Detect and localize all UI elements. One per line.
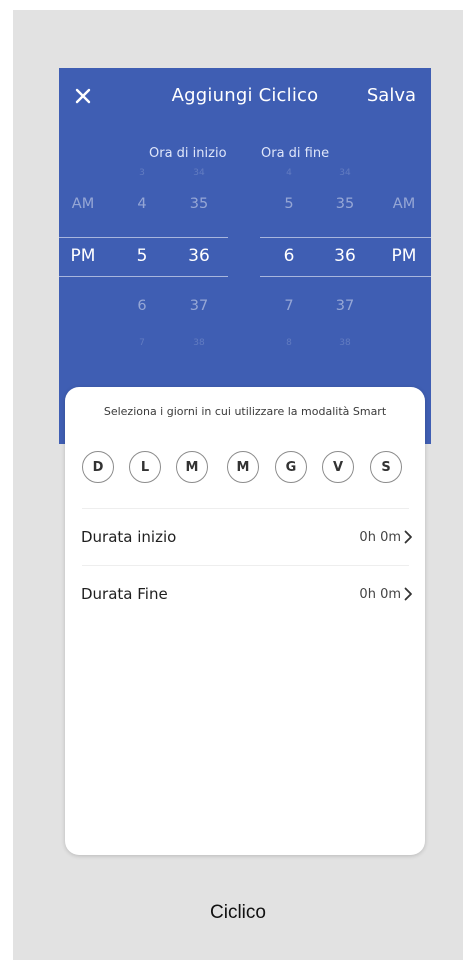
start-duration-row[interactable]: Durata inizio 0h 0m [65,509,425,565]
day-toggle-tuesday[interactable]: M [176,451,208,483]
end-selection-line-bottom [260,276,431,277]
day-toggle-saturday[interactable]: S [370,451,402,483]
start-selection-line-bottom [59,276,228,277]
end-duration-value: 0h 0m [359,587,401,602]
day-toggle-monday[interactable]: L [129,451,161,483]
chevron-right-icon [404,587,412,601]
screen-caption: Ciclico [210,902,266,923]
save-button[interactable]: Salva [367,85,416,106]
start-minute-option[interactable]: 35 [190,196,208,212]
end-minute-faint-top: 34 [339,168,351,178]
days-prompt: Seleziona i giorni in cui utilizzare la … [103,405,387,418]
app-header: Aggiungi Ciclico Salva [59,68,431,126]
end-hour-faint-bottom: 8 [286,338,292,348]
start-ampm-option[interactable]: AM [72,196,94,212]
end-selection-line-top [260,237,431,238]
start-ampm-selected[interactable]: PM [71,246,96,266]
days-bottom-sheet: Seleziona i giorni in cui utilizzare la … [65,387,425,855]
start-hour-option[interactable]: 4 [137,196,146,212]
day-toggle-thursday[interactable]: G [275,451,307,483]
start-time-label: Ora di inizio [149,146,227,161]
start-hour-selected[interactable]: 5 [137,246,148,266]
chevron-right-icon [404,530,412,544]
end-ampm-option[interactable]: AM [393,196,415,212]
start-duration-label: Durata inizio [81,528,177,546]
end-hour-option[interactable]: 7 [284,298,293,314]
start-duration-value: 0h 0m [359,530,401,545]
start-minute-selected[interactable]: 36 [188,246,210,266]
start-hour-faint-top: 3 [139,168,145,178]
start-minute-option[interactable]: 37 [190,298,208,314]
start-minute-faint-top: 34 [193,168,205,178]
end-hour-selected[interactable]: 6 [284,246,295,266]
start-minute-faint-bottom: 38 [193,338,205,348]
end-duration-row[interactable]: Durata Fine 0h 0m [65,566,425,622]
end-hour-option[interactable]: 5 [284,196,293,212]
start-selection-line-top [59,237,228,238]
start-hour-option[interactable]: 6 [137,298,146,314]
start-hour-faint-bottom: 7 [139,338,145,348]
day-toggle-sunday[interactable]: D [82,451,114,483]
day-toggle-friday[interactable]: V [322,451,354,483]
end-minute-option[interactable]: 35 [336,196,354,212]
end-ampm-selected[interactable]: PM [392,246,417,266]
end-minute-faint-bottom: 38 [339,338,351,348]
end-minute-option[interactable]: 37 [336,298,354,314]
end-time-label: Ora di fine [261,146,330,161]
day-toggle-wednesday[interactable]: M [227,451,259,483]
end-duration-label: Durata Fine [81,585,168,603]
phone-screen: Aggiungi Ciclico Salva Ora di inizio Ora… [59,68,431,860]
end-hour-faint-top: 4 [286,168,292,178]
end-minute-selected[interactable]: 36 [334,246,356,266]
